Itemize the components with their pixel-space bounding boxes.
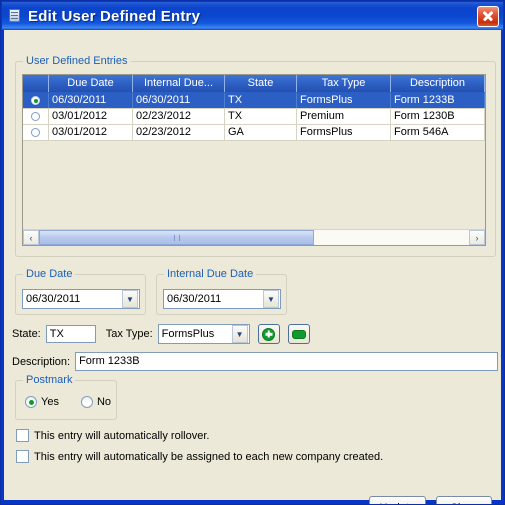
scrollbar-thumb[interactable] xyxy=(39,230,315,245)
window-title: Edit User Defined Entry xyxy=(28,7,201,25)
row-select-cell[interactable] xyxy=(23,109,49,124)
remove-entry-button[interactable] xyxy=(287,324,310,344)
cell-tax-type: FormsPlus xyxy=(297,93,391,108)
internal-due-date-label: Internal Due Date xyxy=(164,268,257,280)
edit-user-defined-entry-dialog: Edit User Defined Entry User Defined Ent… xyxy=(0,0,505,505)
row-select-cell[interactable] xyxy=(23,93,49,108)
description-row: Description: Form 1233B xyxy=(12,352,498,371)
cell-internal-due-date: 02/23/2012 xyxy=(133,125,225,140)
tax-type-combo[interactable]: FormsPlus ▼ xyxy=(157,324,250,344)
rollover-checkbox-row[interactable]: This entry will automatically rollover. xyxy=(16,429,209,442)
description-label: Description: xyxy=(12,355,71,368)
grid-horizontal-scrollbar[interactable]: ‹ › xyxy=(23,229,485,245)
cell-state: TX xyxy=(225,93,297,108)
internal-due-date-group: Internal Due Date 06/30/2011 ▼ xyxy=(156,268,287,315)
row-radio-icon[interactable] xyxy=(31,96,40,105)
update-button[interactable]: Update xyxy=(368,496,426,504)
cell-due-date: 03/01/2012 xyxy=(49,125,133,140)
cell-state: GA xyxy=(225,125,297,140)
grid-header-tax-type[interactable]: Tax Type xyxy=(297,75,391,92)
assign-new-company-checkbox[interactable] xyxy=(16,450,29,463)
grid-body: 06/30/2011 06/30/2011 TX FormsPlus Form … xyxy=(23,93,485,141)
grid-header-description[interactable]: Description xyxy=(391,75,485,92)
cell-tax-type: FormsPlus xyxy=(297,125,391,140)
postmark-group: Postmark Yes No xyxy=(15,374,117,420)
minus-icon xyxy=(291,329,306,339)
internal-due-date-value: 06/30/2011 xyxy=(167,293,222,305)
postmark-no-radio[interactable]: No xyxy=(80,396,112,408)
postmark-options: Yes No xyxy=(25,396,111,408)
rollover-checkbox[interactable] xyxy=(16,429,29,442)
cell-description: Form 1230B xyxy=(391,109,485,124)
chevron-down-icon[interactable]: ▼ xyxy=(263,290,279,308)
chevron-down-icon[interactable]: ▼ xyxy=(122,290,138,308)
tax-type-label: Tax Type: xyxy=(105,328,153,340)
due-date-group: Due Date 06/30/2011 ▼ xyxy=(15,268,146,315)
cell-tax-type: Premium xyxy=(297,109,391,124)
grid-header-row: Due Date Internal Due... State Tax Type … xyxy=(23,75,485,93)
table-row[interactable]: 06/30/2011 06/30/2011 TX FormsPlus Form … xyxy=(23,93,485,109)
internal-due-date-combo[interactable]: 06/30/2011 ▼ xyxy=(163,289,281,309)
grid-header-select[interactable] xyxy=(23,75,49,92)
cell-state: TX xyxy=(225,109,297,124)
title-bar: Edit User Defined Entry xyxy=(2,2,503,30)
due-date-combo[interactable]: 06/30/2011 ▼ xyxy=(22,289,140,309)
user-defined-entries-label: User Defined Entries xyxy=(23,55,131,67)
dialog-client-area: User Defined Entries Due Date Internal D… xyxy=(4,30,501,504)
user-defined-entries-group: User Defined Entries Due Date Internal D… xyxy=(15,55,496,257)
due-date-value: 06/30/2011 xyxy=(26,293,81,305)
cell-description: Form 1233B xyxy=(391,93,485,108)
plus-icon xyxy=(262,327,276,341)
grid-header-due-date[interactable]: Due Date xyxy=(49,75,133,92)
cell-internal-due-date: 02/23/2012 xyxy=(133,109,225,124)
row-radio-icon[interactable] xyxy=(31,128,40,137)
scroll-left-icon[interactable]: ‹ xyxy=(23,230,39,245)
state-label: State: xyxy=(12,328,41,340)
radio-icon xyxy=(25,396,37,408)
assign-new-company-checkbox-row[interactable]: This entry will automatically be assigne… xyxy=(16,450,383,463)
state-input[interactable]: TX xyxy=(45,325,96,343)
cell-due-date: 06/30/2011 xyxy=(49,93,133,108)
entries-grid[interactable]: Due Date Internal Due... State Tax Type … xyxy=(22,74,486,246)
cell-internal-due-date: 06/30/2011 xyxy=(133,93,225,108)
cell-description: Form 546A xyxy=(391,125,485,140)
description-input[interactable]: Form 1233B xyxy=(75,352,498,371)
cell-due-date: 03/01/2012 xyxy=(49,109,133,124)
grid-header-state[interactable]: State xyxy=(225,75,297,92)
footer-buttons: Update Close xyxy=(368,496,492,504)
document-icon xyxy=(7,8,23,24)
add-entry-button[interactable] xyxy=(257,324,280,344)
tax-type-value: FormsPlus xyxy=(161,328,215,340)
scroll-right-icon[interactable]: › xyxy=(469,230,485,245)
table-row[interactable]: 03/01/2012 02/23/2012 GA FormsPlus Form … xyxy=(23,125,485,141)
postmark-yes-label: Yes xyxy=(41,396,59,408)
rollover-checkbox-label: This entry will automatically rollover. xyxy=(34,429,210,442)
table-row[interactable]: 03/01/2012 02/23/2012 TX Premium Form 12… xyxy=(23,109,485,125)
scrollbar-track[interactable] xyxy=(39,230,469,245)
chevron-down-icon[interactable]: ▼ xyxy=(231,325,248,343)
close-button[interactable]: Close xyxy=(436,496,492,504)
postmark-label: Postmark xyxy=(23,374,76,386)
radio-icon xyxy=(80,396,93,408)
assign-new-company-checkbox-label: This entry will automatically be assigne… xyxy=(34,450,384,463)
grid-header-internal-due-date[interactable]: Internal Due... xyxy=(133,75,225,92)
row-radio-icon[interactable] xyxy=(31,112,40,121)
row-select-cell[interactable] xyxy=(23,125,49,140)
postmark-yes-radio[interactable]: Yes xyxy=(25,396,59,408)
due-date-label: Due Date xyxy=(23,268,76,280)
state-tax-type-row: State: TX Tax Type: FormsPlus ▼ xyxy=(12,324,310,344)
postmark-no-label: No xyxy=(96,396,112,408)
close-icon[interactable] xyxy=(477,5,499,27)
